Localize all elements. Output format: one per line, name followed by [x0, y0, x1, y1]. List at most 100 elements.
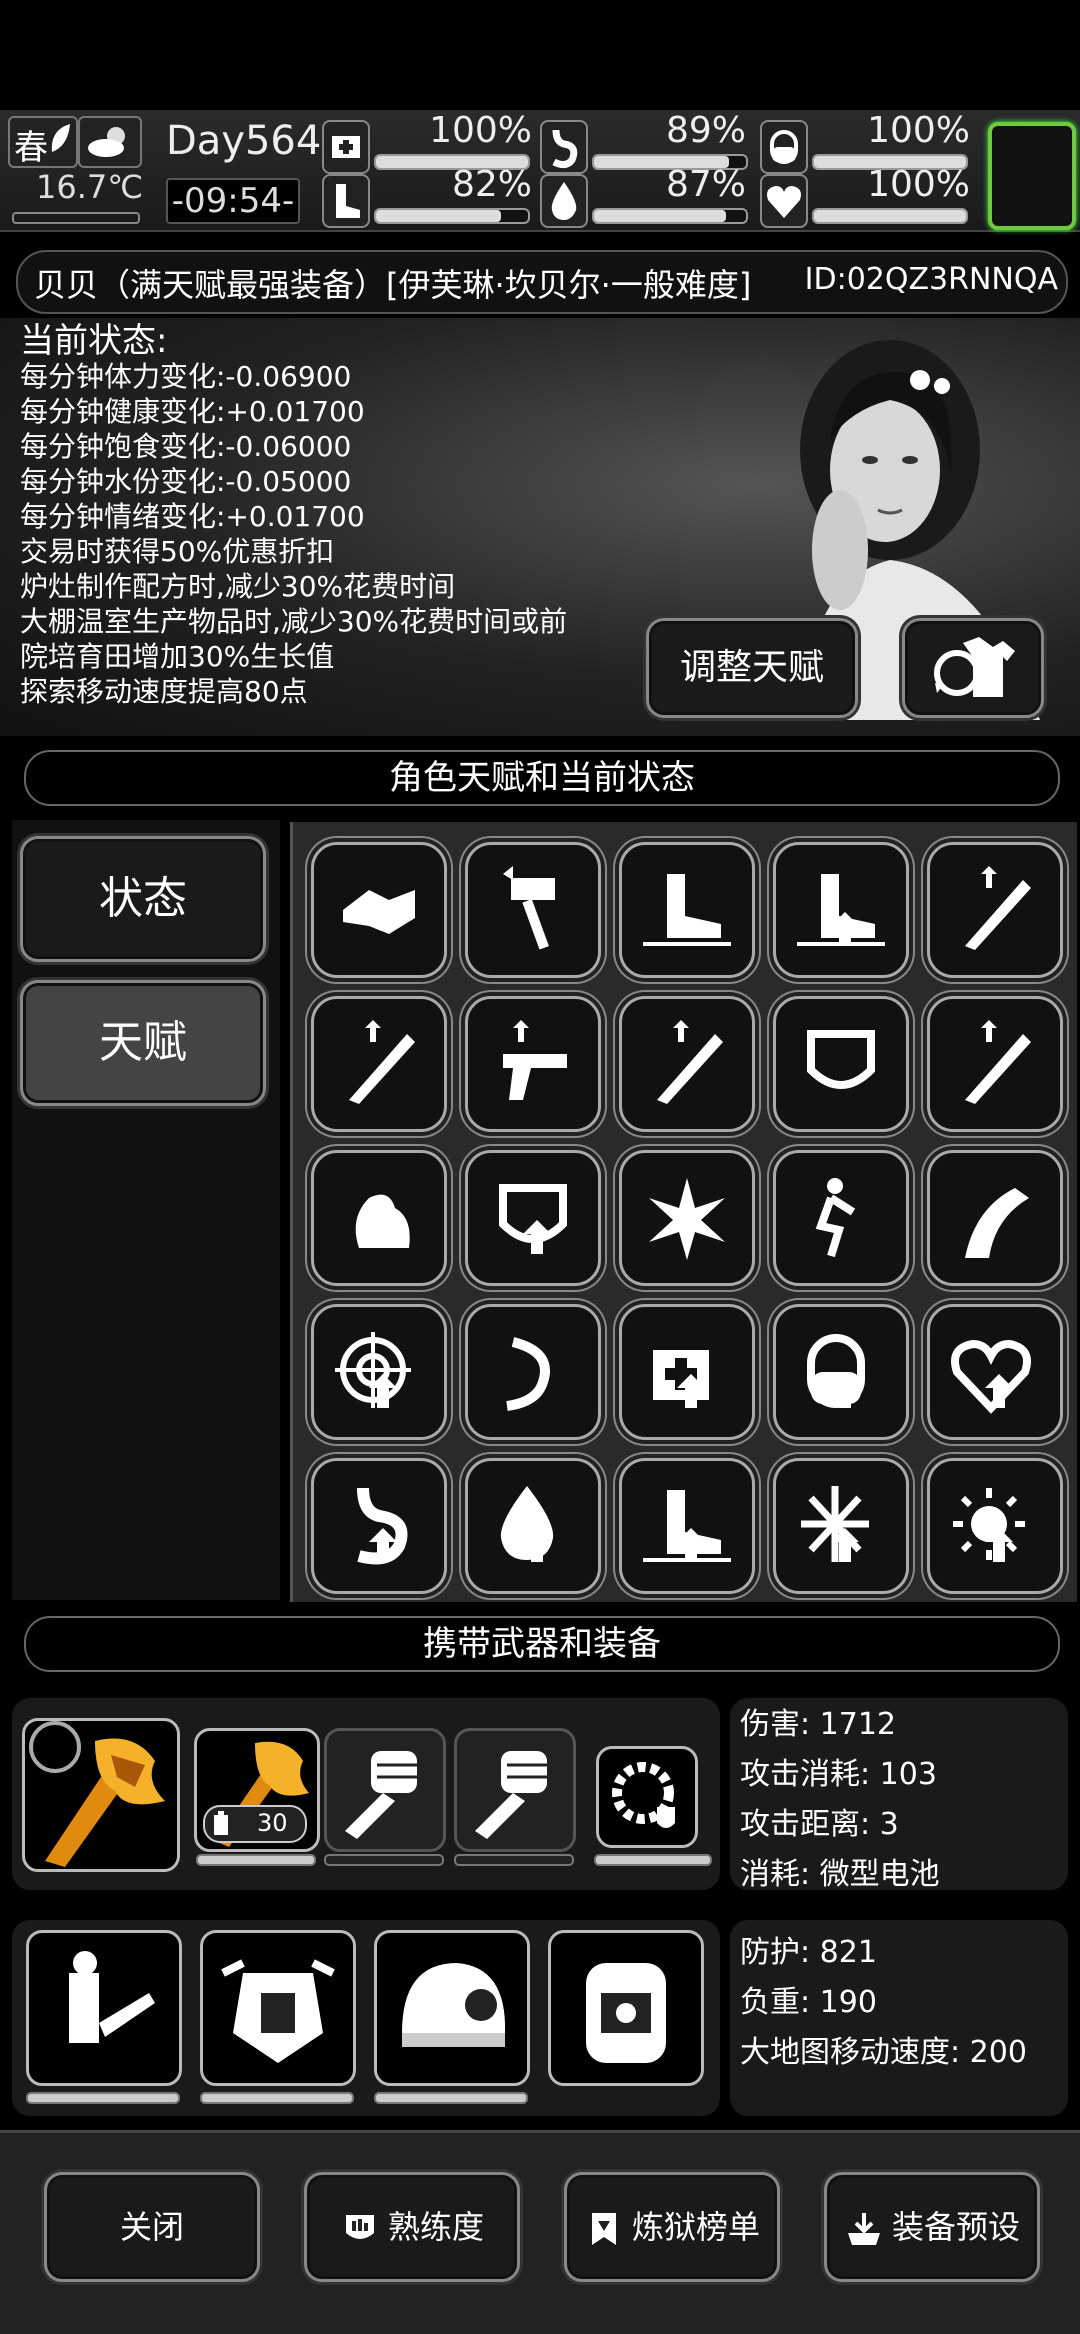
armor-slot-helmet[interactable]	[374, 1930, 530, 2086]
tab-status[interactable]: 状态	[20, 836, 266, 962]
medkit-icon	[322, 120, 370, 174]
fist-icon	[475, 1751, 547, 1839]
stamina-bar	[374, 208, 530, 224]
talent-slot[interactable]	[773, 996, 909, 1132]
stomach-upgrade-icon	[357, 1487, 408, 1565]
water-upgrade-icon	[500, 1486, 554, 1562]
cloudy-sun-icon	[88, 127, 125, 157]
armor-stats: 防护: 821 负重: 190 大地图移动速度: 200	[730, 1920, 1068, 2116]
character-name: 贝贝（满天赋最强装备）[伊芙琳·坎贝尔·一般难度]	[34, 266, 752, 304]
talent-slot[interactable]	[773, 1150, 909, 1286]
pistol-upgrade-icon	[503, 1020, 567, 1100]
talent-slot[interactable]	[465, 1458, 601, 1594]
water-bar	[592, 208, 748, 224]
clock: -09:54-	[166, 178, 300, 224]
explosion-icon	[649, 1178, 725, 1260]
gear-bundle-icon	[69, 1951, 155, 2043]
weapon-slot-3[interactable]	[454, 1728, 576, 1852]
mood-bar	[812, 208, 968, 224]
pill-upgrade-icon	[807, 1334, 865, 1408]
tab-talent[interactable]: 天赋	[20, 980, 266, 1106]
close-button[interactable]: 关闭	[44, 2172, 260, 2282]
talent-slot[interactable]	[465, 996, 601, 1132]
pill-value: 100%	[867, 110, 970, 151]
accessory-slot[interactable]	[596, 1746, 698, 1848]
status-line: 院培育田增加30%生长值	[20, 640, 335, 673]
accessory-durability-bar	[594, 1854, 712, 1866]
proficiency-button[interactable]: 熟练度	[304, 2172, 520, 2282]
character-name-bar: 贝贝（满天赋最强装备）[伊芙琳·坎贝尔·一般难度] ID:02QZ3RNNQA	[16, 250, 1068, 314]
muscle-icon	[355, 1194, 410, 1248]
talent-slot[interactable]	[619, 1150, 755, 1286]
talent-slot[interactable]	[465, 1150, 601, 1286]
helmet-icon	[402, 1963, 506, 2047]
armor-durability-bar	[374, 2092, 528, 2104]
talent-slot[interactable]	[619, 842, 755, 978]
stat-mood: 100%	[760, 164, 974, 228]
health-value: 100%	[429, 110, 532, 151]
character-id: ID:02QZ3RNNQA	[804, 262, 1058, 297]
water-drop-icon	[540, 174, 588, 228]
talent-slot[interactable]	[619, 996, 755, 1132]
talent-slot[interactable]	[773, 842, 909, 978]
season-indicator: 春	[8, 116, 78, 168]
talent-slot[interactable]	[311, 1458, 447, 1594]
talent-slot[interactable]	[927, 996, 1063, 1132]
water-bar-fill	[594, 210, 727, 222]
boot-upgrade-icon	[643, 1490, 731, 1562]
main-weapon-slot[interactable]	[22, 1718, 180, 1872]
heart-upgrade-icon	[951, 1339, 1031, 1414]
status-line: 交易时获得50%优惠折扣	[20, 535, 335, 568]
handshake-icon	[343, 890, 415, 934]
talent-slot[interactable]	[311, 1150, 447, 1286]
weapon-stats: 伤害: 1712 攻击消耗: 103 攻击距离: 3 消耗: 微型电池	[730, 1698, 1068, 1892]
stat-water: 87%	[540, 164, 750, 228]
medkit-upgrade-icon	[653, 1350, 709, 1408]
talent-slot[interactable]	[619, 1458, 755, 1594]
talent-slot[interactable]	[927, 1304, 1063, 1440]
talent-slot[interactable]	[927, 1150, 1063, 1286]
weapon-slot-1[interactable]: 30	[194, 1728, 320, 1852]
weapon-slot-2[interactable]	[324, 1728, 446, 1852]
adjust-talent-button[interactable]: 调整天赋	[646, 618, 858, 718]
status-description: 当前状态: 每分钟体力变化:-0.06900 每分钟健康变化:+0.01700 …	[20, 324, 567, 709]
armor-slot-pack[interactable]	[548, 1930, 704, 2086]
quick-slot[interactable]	[988, 122, 1076, 230]
pill-icon	[760, 120, 808, 174]
download-tray-icon	[847, 2213, 880, 2245]
machete-upgrade-icon	[965, 866, 1031, 950]
temperature: 16.7℃	[36, 168, 144, 206]
talent-section-header: 角色天赋和当前状态	[24, 750, 1060, 806]
status-line: 每分钟健康变化:+0.01700	[20, 395, 365, 428]
weapon-durability-bar	[454, 1854, 574, 1866]
weapon-panel: 30	[12, 1698, 720, 1890]
armor-slot-body[interactable]	[200, 1930, 356, 2086]
talent-slot[interactable]	[773, 1304, 909, 1440]
talent-slot[interactable]	[927, 842, 1063, 978]
season-label: 春	[14, 128, 48, 168]
purgatory-ranking-button[interactable]: 炼狱榜单	[564, 2172, 780, 2282]
talent-slot[interactable]	[619, 1304, 755, 1440]
status-line: 大棚温室生产物品时,减少30%花费时间或前	[20, 605, 568, 638]
armor-upgrade-icon	[807, 1030, 875, 1089]
talent-slot[interactable]	[311, 996, 447, 1132]
ammo-count: 30	[257, 1809, 288, 1837]
equipment-preset-button[interactable]: 装备预设	[824, 2172, 1040, 2282]
armor-slot-backpack[interactable]	[26, 1930, 182, 2086]
weapon-durability-bar	[196, 1854, 316, 1866]
stamina-bar-fill	[376, 210, 501, 222]
temperature-bar	[12, 212, 140, 224]
swap-outfit-button[interactable]	[902, 618, 1044, 718]
battery-icon	[214, 1811, 228, 1835]
talent-grid	[290, 822, 1077, 1602]
talent-slot[interactable]	[773, 1458, 909, 1594]
syringe-upgrade-icon	[965, 1020, 1031, 1104]
talent-slot[interactable]	[311, 842, 447, 978]
talent-slot[interactable]	[311, 1304, 447, 1440]
armor-weight: 负重: 190	[740, 1985, 877, 2020]
talent-slot[interactable]	[465, 842, 601, 978]
talent-slot[interactable]	[465, 1304, 601, 1440]
weapon-range: 攻击距离: 3	[740, 1807, 899, 1842]
talent-slot[interactable]	[927, 1458, 1063, 1594]
stat-stamina: 82%	[322, 164, 536, 228]
